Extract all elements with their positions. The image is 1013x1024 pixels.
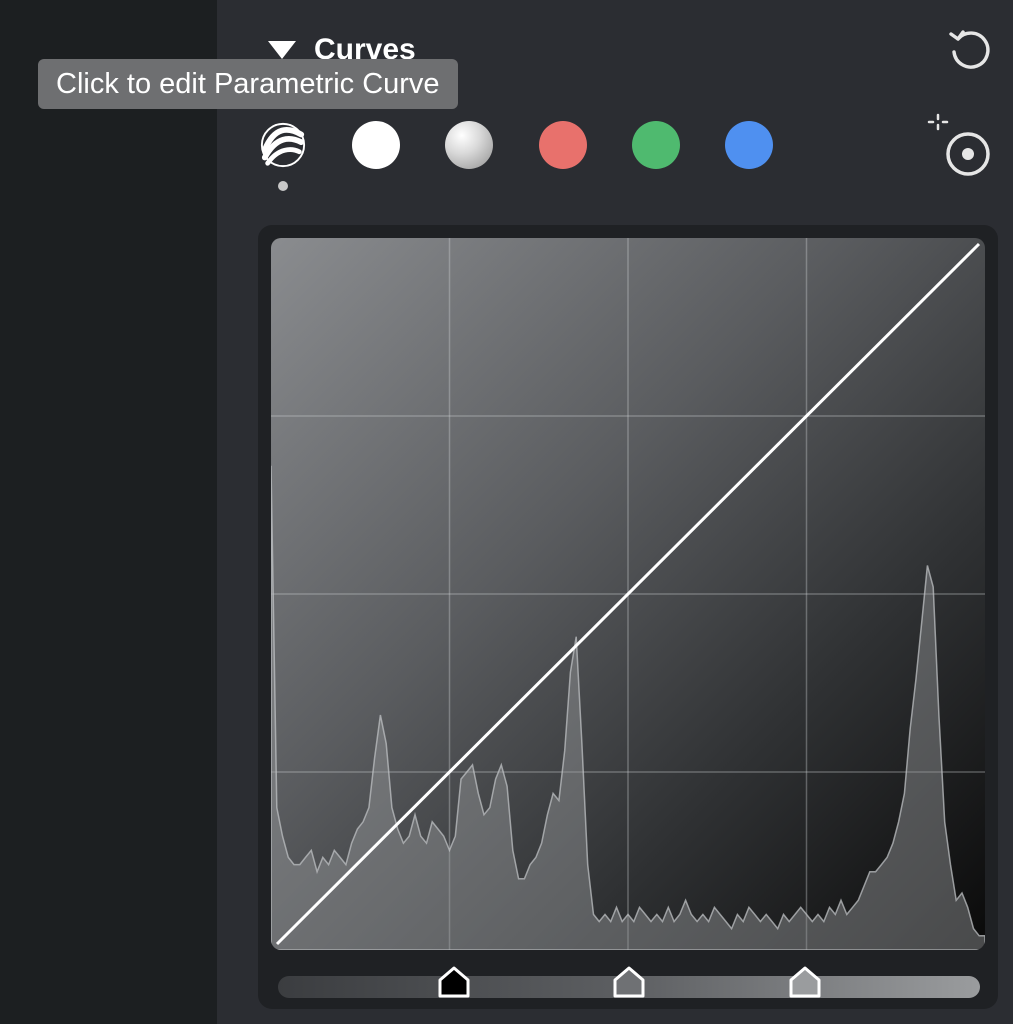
channel-luminance[interactable]: [445, 121, 493, 169]
triangle-down-icon[interactable]: [268, 41, 296, 59]
channel-rgb[interactable]: [352, 121, 400, 169]
channel-green[interactable]: [632, 121, 680, 169]
parametric-curve-icon: [260, 122, 306, 168]
reset-button[interactable]: [944, 26, 994, 74]
white-point-handle[interactable]: [788, 965, 822, 999]
channel-red[interactable]: [539, 121, 587, 169]
midtone-handle[interactable]: [612, 965, 646, 999]
channel-blue[interactable]: [725, 121, 773, 169]
black-point-handle[interactable]: [437, 965, 471, 999]
targeted-adjustment-icon: [927, 113, 990, 176]
tone-curve-graph[interactable]: [271, 238, 985, 950]
reset-icon: [949, 30, 990, 69]
targeted-adjustment-button[interactable]: [922, 112, 994, 182]
channel-selector: [0, 121, 1013, 191]
channel-parametric[interactable]: [259, 121, 307, 169]
selected-indicator: [278, 181, 288, 191]
tooltip: Click to edit Parametric Curve: [38, 59, 458, 109]
